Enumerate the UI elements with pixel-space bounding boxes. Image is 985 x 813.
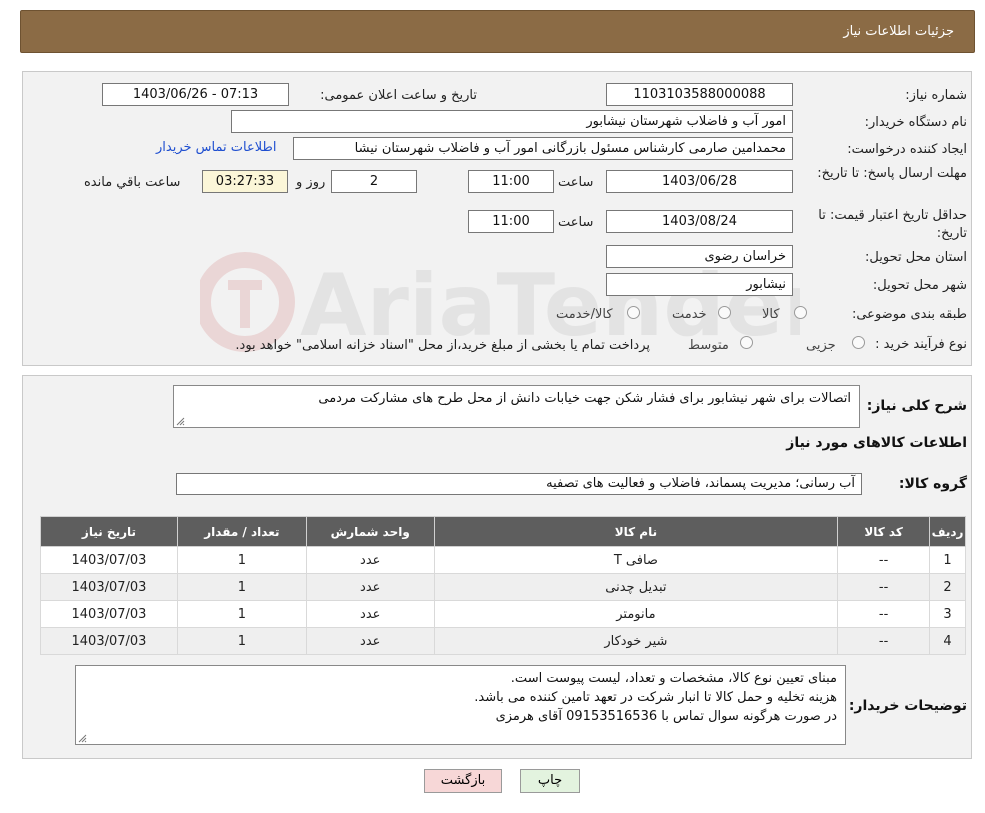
goods-name: تبدیل چدنی [433, 573, 839, 601]
goods-code: -- [837, 600, 931, 628]
category-radio-goods-service[interactable] [627, 306, 640, 319]
table-row: 2 -- تبدیل چدنی عدد 1 1403/07/03 [40, 573, 966, 601]
row-number: 1 [929, 546, 966, 574]
need-date: 1403/07/03 [40, 627, 178, 655]
goods-info-title: اطلاعات کالاهای مورد نیاز [786, 435, 967, 451]
need-number-label: شماره نیاز: [905, 88, 967, 103]
col-header-unit: واحد شمارش [305, 516, 435, 547]
creator-label: ایجاد کننده درخواست: [847, 142, 967, 157]
buyer-label: نام دستگاه خریدار: [864, 115, 967, 130]
days-remaining-field: 2 [331, 170, 417, 193]
remaining-label: ساعت باقي مانده [84, 175, 181, 190]
process-radio-minor[interactable] [852, 336, 865, 349]
category-option-goods-service: کالا/خدمت [556, 307, 613, 322]
goods-name: صافی T [433, 546, 839, 574]
resize-handle-icon[interactable] [78, 734, 87, 743]
deadline-label: مهلت ارسال پاسخ: تا تاریخ: [817, 166, 967, 181]
validity-time-label: ساعت [558, 215, 594, 230]
goods-code: -- [837, 573, 931, 601]
goods-group-label: گروه کالا: [898, 476, 967, 492]
need-number-field: 1103103588000088 [606, 83, 793, 106]
col-header-goods-name: نام کالا [433, 516, 839, 547]
general-description-text: اتصالات برای شهر نیشابور برای فشار شکن ج… [318, 391, 851, 406]
page-header: جزئیات اطلاعات نیاز [20, 10, 975, 53]
table-row: 3 -- مانومتر عدد 1 1403/07/03 [40, 600, 966, 628]
process-label: نوع فرآیند خرید : [875, 337, 967, 352]
deadline-time-label: ساعت [558, 175, 594, 190]
quantity: 1 [176, 546, 307, 574]
unit: عدد [305, 600, 435, 628]
creator-field: محمدامین صارمی کارشناس مسئول بازرگانی ام… [293, 137, 793, 160]
unit: عدد [305, 627, 435, 655]
category-option-service: خدمت [672, 307, 707, 322]
days-label: روز و [296, 175, 326, 190]
remaining-time-field: 03:27:33 [202, 170, 288, 193]
buyer-contact-link[interactable]: اطلاعات تماس خریدار [156, 140, 276, 155]
process-radio-medium[interactable] [740, 336, 753, 349]
buyer-note-line: هزینه تخلیه و حمل کالا تا انبار شرکت در … [474, 690, 837, 705]
process-option-medium: متوسط [688, 338, 729, 353]
goods-name: شیر خودکار [433, 627, 839, 655]
print-button[interactable]: چاپ [520, 769, 580, 793]
goods-table-header: ردیف کد کالا نام کالا واحد شمارش تعداد /… [40, 516, 966, 547]
col-header-goods-code: کد کالا [837, 516, 931, 547]
quantity: 1 [176, 627, 307, 655]
category-radio-goods[interactable] [794, 306, 807, 319]
resize-handle-icon[interactable] [176, 417, 185, 426]
goods-code: -- [837, 627, 931, 655]
announce-label: تاریخ و ساعت اعلان عمومی: [320, 88, 477, 103]
treasury-payment-note: پرداخت تمام یا بخشی از مبلغ خرید،از محل … [235, 338, 650, 353]
validity-time-field: 11:00 [468, 210, 554, 233]
need-date: 1403/07/03 [40, 600, 178, 628]
need-date: 1403/07/03 [40, 573, 178, 601]
deadline-time-field: 11:00 [468, 170, 554, 193]
goods-code: -- [837, 546, 931, 574]
category-label: طبقه بندی موضوعی: [851, 307, 967, 322]
buyer-note-line: در صورت هرگونه سوال تماس با 09153516536 … [495, 709, 837, 724]
category-radio-service[interactable] [718, 306, 731, 319]
row-number: 2 [929, 573, 966, 601]
province-field: خراسان رضوی [606, 245, 793, 268]
city-label: شهر محل تحویل: [872, 278, 967, 293]
general-description-field: اتصالات برای شهر نیشابور برای فشار شکن ج… [173, 385, 860, 428]
col-header-quantity: تعداد / مقدار [176, 516, 307, 547]
goods-table: ردیف کد کالا نام کالا واحد شمارش تعداد /… [40, 516, 966, 655]
goods-group-field: آب رسانی؛ مدیریت پسماند، فاضلاب و فعالیت… [176, 473, 862, 495]
row-number: 4 [929, 627, 966, 655]
buyer-note-line: مبنای تعیین نوع کالا، مشخصات و تعداد، لی… [510, 671, 837, 686]
back-button[interactable]: بازگشت [424, 769, 502, 793]
buyer-notes-label: توضیحات خریدار: [848, 698, 967, 714]
unit: عدد [305, 546, 435, 574]
col-header-need-date: تاریخ نیاز [40, 516, 178, 547]
buyer-notes-field: مبنای تعیین نوع کالا، مشخصات و تعداد، لی… [75, 665, 846, 745]
process-option-minor: جزیی [806, 338, 836, 353]
unit: عدد [305, 573, 435, 601]
table-row: 4 -- شیر خودکار عدد 1 1403/07/03 [40, 627, 966, 655]
general-description-label: شرح کلی نیاز: [866, 398, 967, 414]
province-label: استان محل تحویل: [865, 250, 967, 265]
deadline-date-field: 1403/06/28 [606, 170, 793, 193]
table-row: 1 -- صافی T عدد 1 1403/07/03 [40, 546, 966, 574]
buyer-field: امور آب و فاضلاب شهرستان نیشابور [231, 110, 793, 133]
city-field: نیشابور [606, 273, 793, 296]
page-title: جزئیات اطلاعات نیاز [843, 24, 954, 39]
quantity: 1 [176, 600, 307, 628]
validity-date-field: 1403/08/24 [606, 210, 793, 233]
announce-datetime-field: 1403/06/26 - 07:13 [102, 83, 289, 106]
row-number: 3 [929, 600, 966, 628]
goods-name: مانومتر [433, 600, 839, 628]
need-date: 1403/07/03 [40, 546, 178, 574]
validity-label: حداقل تاریخ اعتبار قیمت: تا تاریخ: [818, 208, 967, 241]
col-header-row-number: ردیف [929, 516, 966, 547]
category-option-goods: کالا [762, 307, 780, 322]
quantity: 1 [176, 573, 307, 601]
